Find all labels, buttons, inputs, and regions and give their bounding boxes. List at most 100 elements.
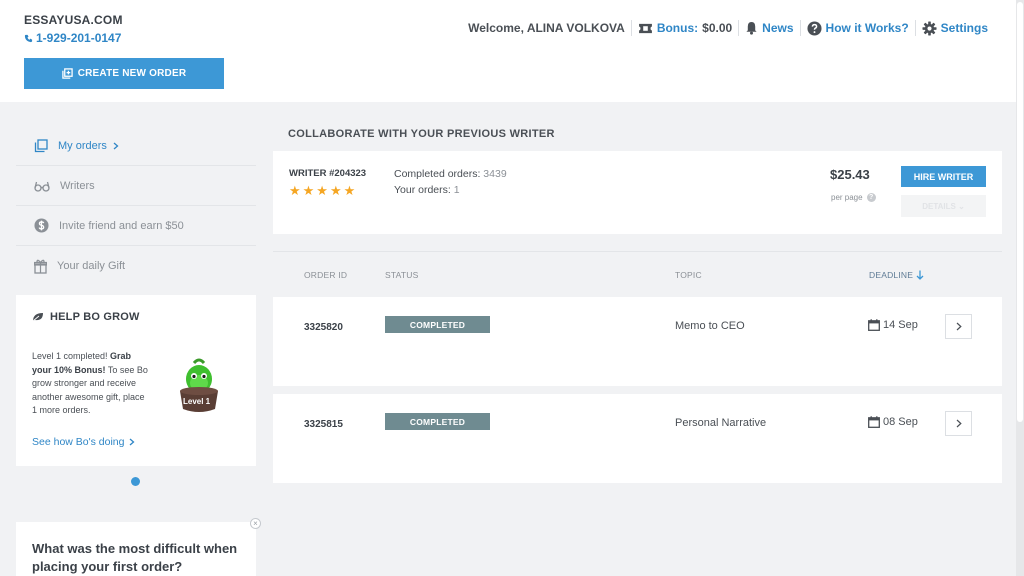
sidebar-item-label: Invite friend and earn $50 [59, 219, 184, 232]
settings-link[interactable]: Settings [922, 20, 988, 36]
feedback-question-text: What was the most difficult when placing… [32, 541, 238, 574]
collaborate-section-title: COLLABORATE WITH YOUR PREVIOUS WRITER [288, 128, 555, 140]
close-icon[interactable]: × [250, 518, 261, 529]
bell-icon [746, 21, 757, 35]
completed-orders-label: Completed orders: [394, 168, 481, 180]
welcome-text: Welcome, ALINA VOLKOVA [468, 21, 625, 35]
bo-character-image [180, 358, 218, 412]
open-order-button[interactable] [945, 411, 972, 436]
phone-link[interactable]: 1-929-201-0147 [24, 31, 121, 45]
gear-icon [922, 20, 937, 36]
question-circle-icon [807, 20, 822, 36]
sidebar-item-daily-gift[interactable]: Your daily Gift [16, 246, 256, 286]
chevron-down-icon: ⌄ [958, 201, 965, 211]
table-row[interactable]: 3325820 COMPLETED Memo to CEO 14 Sep [273, 297, 1002, 386]
sidebar-item-label: My orders [58, 139, 107, 152]
leaf-icon [32, 313, 43, 322]
bo-level-label: Level 1 [183, 397, 211, 406]
order-deadline-date: 08 Sep [883, 416, 918, 428]
brand-name[interactable]: ESSAYUSA.COM [24, 13, 123, 27]
sidebar-item-invite-friend[interactable]: Invite friend and earn $50 [16, 206, 256, 246]
your-orders-value: 1 [453, 184, 460, 196]
sidebar-menu: My orders Writers Invite friend and earn… [16, 126, 256, 286]
header: ESSAYUSA.COM 1-929-201-0147 CREATE NEW O… [0, 0, 1024, 102]
see-how-bo-link[interactable]: See how Bo's doing [32, 436, 135, 448]
create-new-order-button[interactable]: CREATE NEW ORDER [24, 58, 224, 89]
column-status: STATUS [385, 270, 419, 280]
status-badge: COMPLETED [385, 413, 490, 430]
column-deadline-label: DEADLINE [869, 270, 914, 280]
ticket-icon [638, 23, 652, 33]
scrollbar-thumb[interactable] [1017, 2, 1023, 422]
help-icon[interactable]: ? [866, 193, 876, 202]
phone-icon [24, 34, 33, 42]
order-deadline-date: 14 Sep [883, 319, 918, 331]
copy-icon [34, 138, 48, 152]
column-order-id: ORDER ID [304, 270, 348, 280]
nav-divider [738, 20, 740, 36]
bonus-value: $0.00 [702, 21, 733, 35]
create-new-order-label: CREATE NEW ORDER [77, 68, 187, 79]
help-bo-grow-title-text: HELP BO GROW [50, 311, 140, 323]
glasses-icon [34, 181, 50, 192]
hire-writer-button[interactable]: HIRE WRITER [901, 166, 986, 187]
news-link[interactable]: News [745, 21, 794, 35]
writer-price: $25.43 [830, 167, 870, 182]
see-how-bo-label: See how Bo's doing [32, 436, 125, 448]
bonus-link[interactable]: Bonus: $0.00 [638, 21, 732, 35]
orders-table-header: ORDER ID STATUS TOPIC DEADLINE [273, 251, 1002, 296]
help-bo-grow-card: HELP BO GROW Level 1 completed! Grab you… [16, 295, 256, 466]
grow-text-part-1: Level 1 completed! [32, 351, 111, 361]
sidebar-item-writers[interactable]: Writers [16, 166, 256, 206]
details-label: DETAILS [922, 201, 956, 211]
calendar-icon [868, 416, 880, 428]
writer-rating-stars: ★★★★★ [289, 183, 358, 198]
previous-writer-card: WRITER #204323 ★★★★★ Completed orders: 3… [273, 151, 1002, 234]
feedback-question-card: × What was the most difficult when placi… [16, 518, 261, 576]
carousel-dot[interactable] [131, 477, 140, 486]
top-navigation: Welcome, ALINA VOLKOVA Bonus: $0.00 News… [468, 18, 988, 38]
phone-number: 1-929-201-0147 [36, 31, 122, 45]
column-deadline[interactable]: DEADLINE [869, 270, 924, 280]
status-badge: COMPLETED [385, 316, 490, 333]
order-id: 3325820 [304, 322, 343, 333]
completed-orders: Completed orders: 3439 [394, 168, 507, 180]
how-it-works-label: How it Works? [825, 21, 909, 35]
your-orders: Your orders: 1 [394, 184, 460, 196]
bonus-label: Bonus: [656, 21, 699, 35]
sidebar-item-my-orders[interactable]: My orders [16, 126, 256, 166]
completed-orders-value: 3439 [483, 168, 507, 180]
sidebar-item-label: Writers [60, 179, 95, 192]
order-topic: Personal Narrative [675, 417, 767, 429]
dollar-icon [34, 218, 49, 233]
writer-id: WRITER #204323 [289, 168, 367, 179]
details-button[interactable]: DETAILS ⌄ [901, 195, 986, 217]
chevron-right-icon [113, 142, 119, 149]
chevron-right-icon [956, 419, 962, 428]
help-bo-grow-title: HELP BO GROW [32, 311, 240, 323]
nav-divider [630, 20, 632, 36]
sidebar-item-label: Your daily Gift [57, 260, 126, 272]
order-id: 3325815 [304, 419, 343, 430]
gift-icon [34, 259, 47, 274]
chevron-right-icon [129, 438, 134, 446]
open-order-button[interactable] [945, 314, 972, 339]
your-orders-label: Your orders: [394, 184, 451, 196]
arrow-down-icon [916, 270, 924, 280]
add-copy-icon [61, 68, 73, 79]
nav-divider [914, 20, 916, 36]
per-page-label: per page? [831, 193, 876, 202]
calendar-icon [868, 319, 880, 331]
per-page-text: per page [831, 193, 863, 202]
page-scrollbar[interactable] [1016, 0, 1024, 576]
order-deadline: 08 Sep [868, 416, 918, 428]
table-row[interactable]: 3325815 COMPLETED Personal Narrative 08 … [273, 394, 1002, 483]
how-it-works-link[interactable]: How it Works? [807, 20, 909, 36]
settings-label: Settings [940, 21, 988, 35]
column-topic: TOPIC [675, 270, 702, 280]
help-bo-grow-text: Level 1 completed! Grab your 10% Bonus! … [32, 350, 152, 418]
order-deadline: 14 Sep [868, 319, 918, 331]
news-label: News [762, 21, 794, 35]
chevron-right-icon [956, 322, 962, 331]
order-topic: Memo to CEO [675, 320, 745, 332]
